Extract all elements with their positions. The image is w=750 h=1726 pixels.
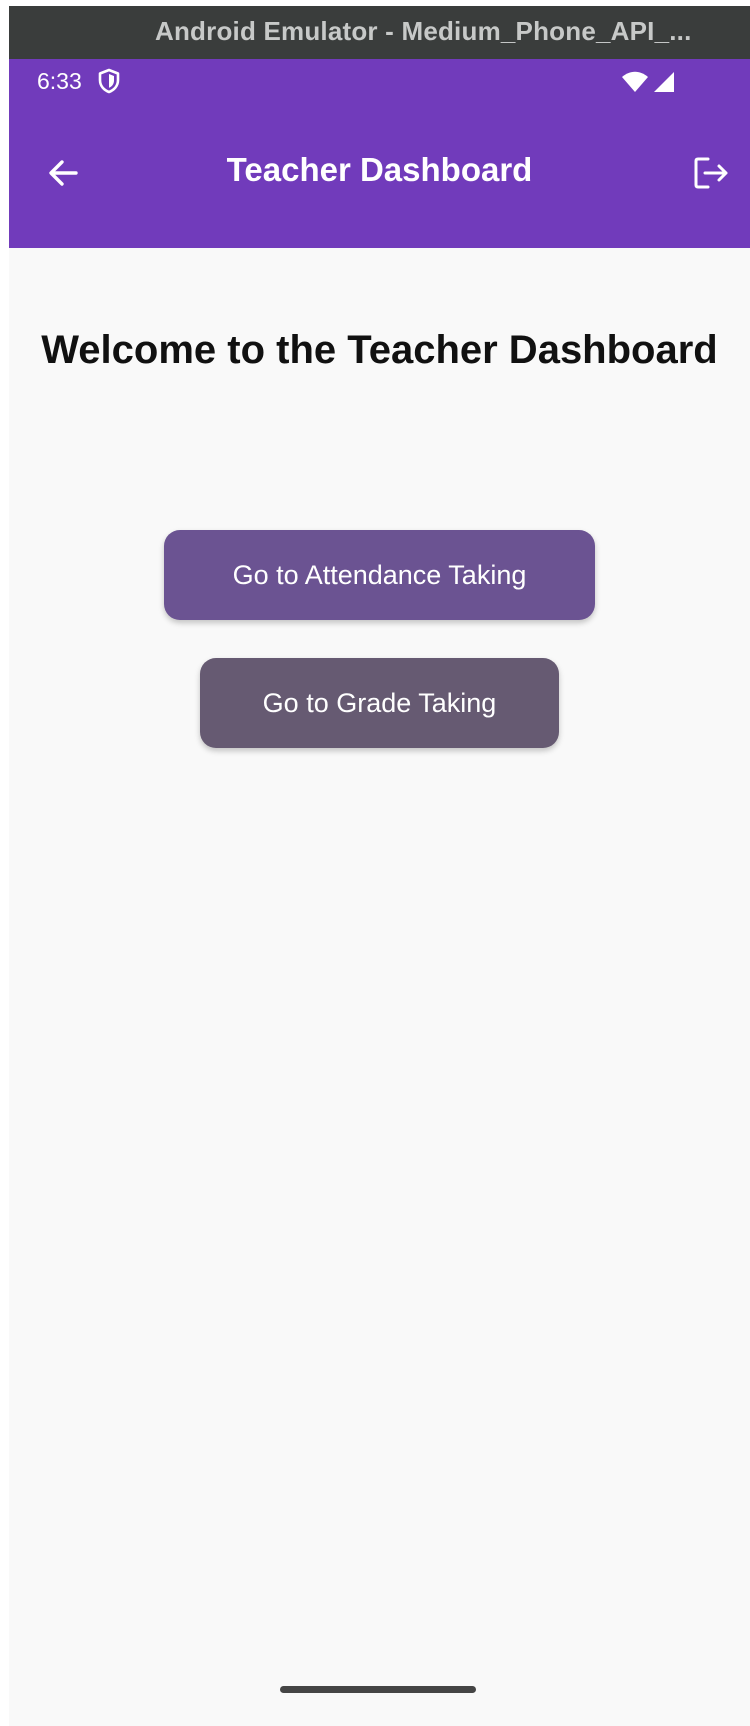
logout-icon	[693, 156, 729, 195]
app-bar-title: Teacher Dashboard	[226, 151, 533, 188]
app-window: Android Emulator - Medium_Phone_API_... …	[0, 0, 750, 1726]
home-indicator[interactable]	[280, 1686, 476, 1693]
signal-icon	[653, 71, 675, 93]
grade-button[interactable]: Go to Grade Taking	[200, 658, 559, 748]
app-bar: Teacher Dashboard	[9, 107, 750, 248]
phone-screen: 6:33 Teacher Dashboard Welcome to the Te…	[9, 59, 750, 1726]
emulator-title: Android Emulator - Medium_Phone_API_...	[155, 16, 692, 46]
logout-button[interactable]	[683, 147, 739, 203]
shield-icon	[97, 67, 121, 95]
attendance-button[interactable]: Go to Attendance Taking	[164, 530, 595, 620]
emulator-title-bar: Android Emulator - Medium_Phone_API_...	[9, 6, 750, 59]
wifi-icon	[621, 71, 649, 93]
status-time: 6:33	[37, 68, 82, 94]
welcome-heading: Welcome to the Teacher Dashboard	[41, 328, 718, 372]
